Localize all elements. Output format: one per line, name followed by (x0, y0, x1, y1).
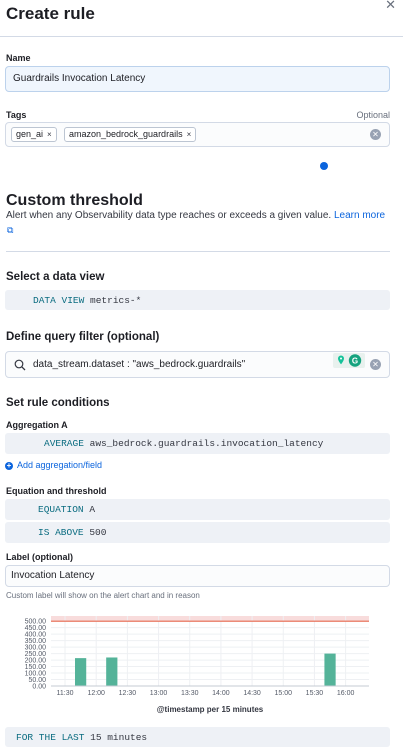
lookback-expression[interactable]: FOR THE LAST 15 minutes (5, 727, 390, 747)
label-input-value: Invocation Latency (11, 570, 95, 581)
lookback-keyword: FOR THE LAST (16, 732, 85, 743)
threshold-title: Custom threshold (6, 192, 143, 209)
is-above-keyword: IS ABOVE (38, 527, 84, 538)
label-help-text: Custom label will show on the alert char… (6, 591, 200, 600)
equation-keyword: EQUATION (38, 504, 84, 515)
threshold-description-text: Alert when any Observability data type r… (6, 210, 332, 221)
clear-icon[interactable]: ✕ (370, 129, 381, 140)
tags-label: Tags (6, 110, 27, 120)
tag-label: gen_ai (16, 129, 44, 139)
tag-amazon-bedrock-guardrails: amazon_bedrock_guardrails × (64, 127, 197, 142)
add-aggregation-label: Add aggregation/field (17, 460, 103, 470)
clear-icon[interactable]: ✕ (370, 359, 381, 370)
external-link-icon[interactable]: ⧉ (7, 225, 13, 236)
add-aggregation-button[interactable]: + Add aggregation/field (5, 460, 102, 470)
threshold-description: Alert when any Observability data type r… (6, 209, 394, 223)
x-tick-label: 12:30 (119, 690, 137, 697)
x-tick-label: 15:00 (274, 690, 292, 697)
latency-chart: 500.00450.00400.00350.00300.00250.00200.… (25, 616, 369, 714)
grammarly-widget-icon[interactable]: G (333, 353, 365, 368)
is-above-value: 500 (89, 527, 107, 538)
equation-heading: Equation and threshold (6, 486, 107, 496)
x-tick-label: 12:00 (87, 690, 105, 697)
tag-remove-icon[interactable]: × (187, 130, 192, 139)
x-tick-label: 16:00 (337, 690, 355, 697)
loading-dot (320, 162, 328, 170)
x-tick-label: 14:00 (212, 690, 230, 697)
tag-remove-icon[interactable]: × (47, 130, 52, 139)
search-icon (14, 359, 26, 371)
name-input[interactable]: Guardrails Invocation Latency (5, 66, 390, 92)
conditions-heading: Set rule conditions (6, 397, 110, 409)
query-filter-value: data_stream.dataset : "aws_bedrock.guard… (33, 359, 246, 370)
tag-label: amazon_bedrock_guardrails (69, 129, 183, 139)
data-view-keyword: DATA VIEW (33, 295, 85, 306)
query-filter-heading: Define query filter (optional) (6, 331, 160, 343)
learn-more-link[interactable]: Learn more (334, 210, 385, 221)
equation-value: A (89, 504, 96, 515)
data-view-value: metrics-* (90, 295, 142, 306)
label-heading: Label (optional) (6, 552, 73, 562)
x-tick-label: 11:30 (57, 690, 74, 697)
x-tick-label: 13:00 (150, 690, 168, 697)
bar (75, 658, 87, 686)
equation-expression[interactable]: EQUATION A (5, 499, 390, 520)
x-tick-label: 14:30 (243, 690, 261, 697)
aggregation-field: aws_bedrock.guardrails.invocation_latenc… (89, 438, 324, 449)
x-tick-label: 13:30 (181, 690, 199, 697)
aggregation-keyword: AVERAGE (44, 438, 84, 449)
data-view-selector[interactable]: DATA VIEW metrics-* (5, 290, 390, 310)
threshold-expression[interactable]: IS ABOVE 500 (5, 522, 390, 543)
bar (106, 657, 118, 686)
name-input-value: Guardrails Invocation Latency (13, 73, 146, 84)
threshold-band (51, 616, 369, 622)
aggregation-label: Aggregation A (6, 420, 68, 430)
svg-text:G: G (352, 357, 358, 366)
data-view-heading: Select a data view (6, 271, 105, 283)
bar (324, 653, 336, 686)
tag-gen-ai: gen_ai × (11, 127, 57, 142)
query-filter-input[interactable]: data_stream.dataset : "aws_bedrock.guard… (5, 351, 390, 378)
tags-optional: Optional (356, 110, 390, 120)
lookback-value: 15 minutes (90, 732, 148, 743)
close-icon[interactable]: ✕ (385, 0, 396, 13)
x-axis-title: @timestamp per 15 minutes (157, 705, 264, 714)
section-divider (6, 251, 390, 252)
x-tick-label: 15:30 (306, 690, 324, 697)
aggregation-expression[interactable]: AVERAGE aws_bedrock.guardrails.invocatio… (5, 433, 390, 454)
label-input[interactable]: Invocation Latency (5, 565, 390, 587)
y-tick-label: 0.00 (32, 684, 46, 691)
name-label: Name (6, 53, 31, 63)
flyout-title: Create rule (6, 4, 95, 23)
plus-icon: + (5, 461, 13, 470)
header-divider (0, 36, 403, 37)
tags-combobox[interactable]: gen_ai × amazon_bedrock_guardrails × ✕ (5, 122, 390, 147)
